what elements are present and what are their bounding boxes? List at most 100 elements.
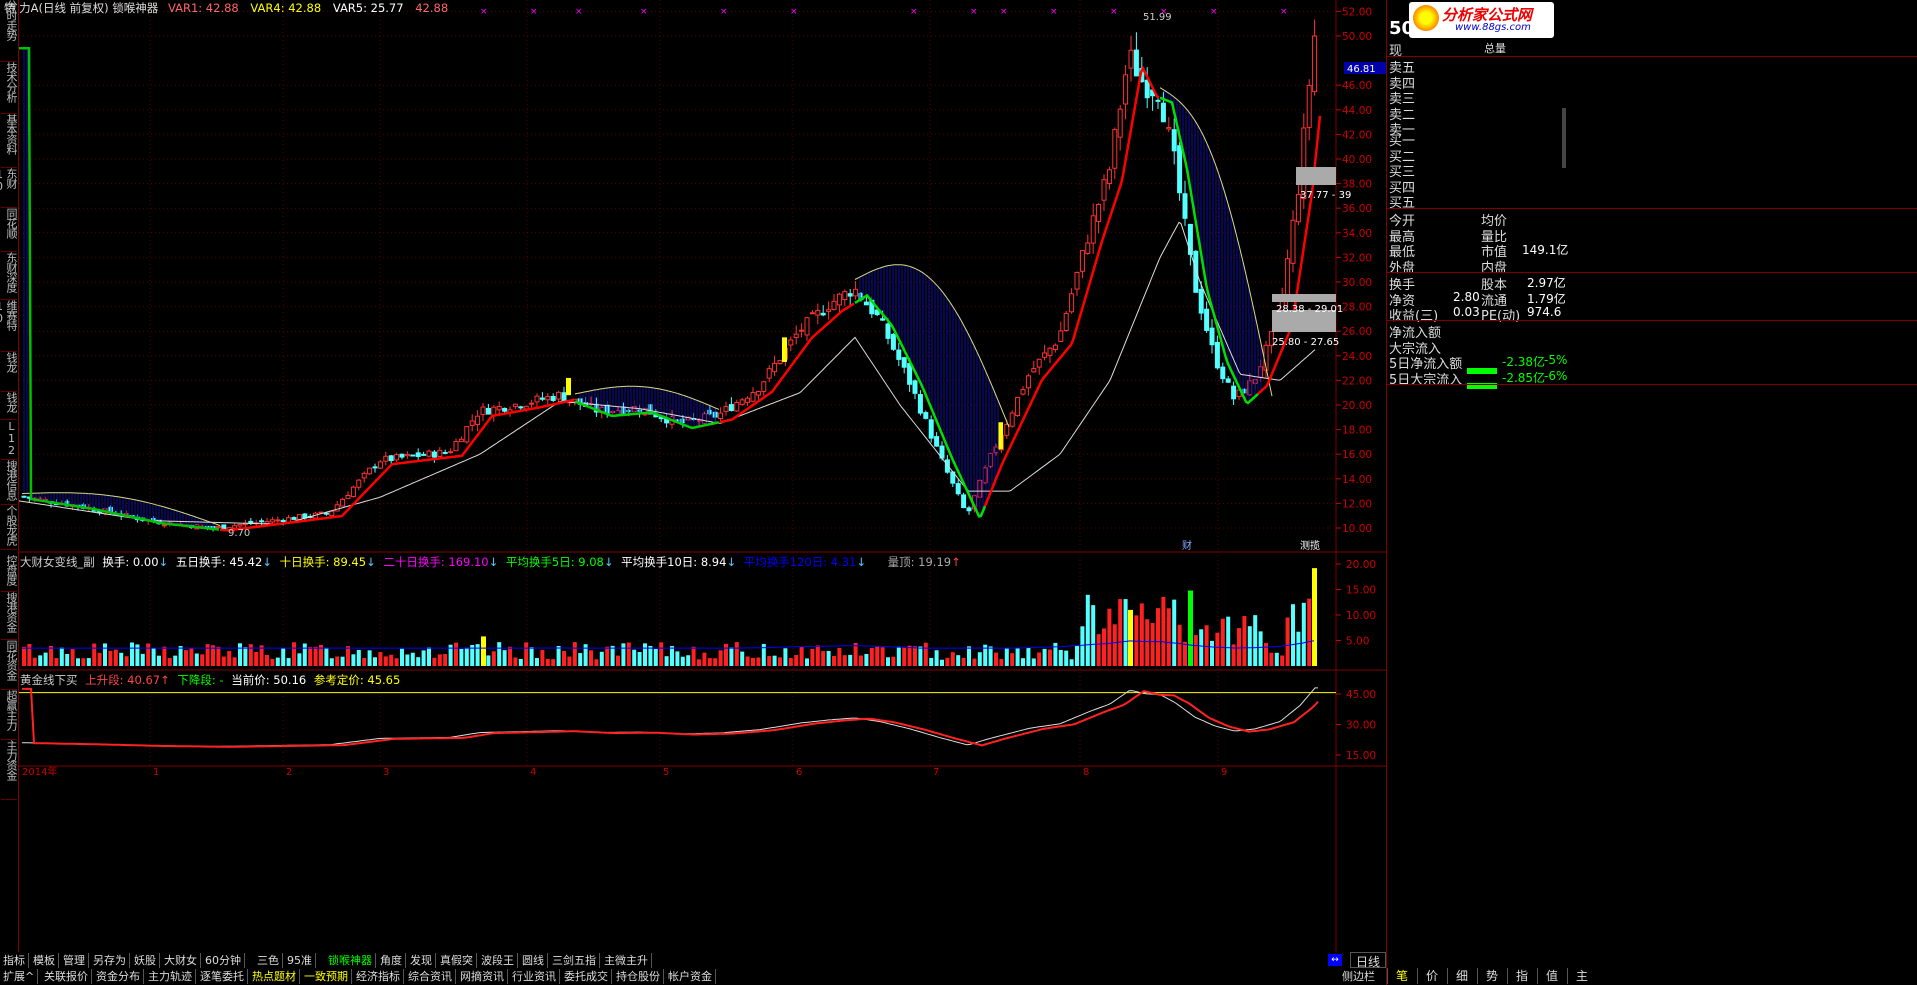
candle xyxy=(1063,312,1069,332)
indicator-tab-11[interactable]: 发现 xyxy=(407,953,436,968)
indicator-tab-6[interactable]: 60分钟 xyxy=(202,953,245,968)
info-tab-7[interactable]: 经济指标 xyxy=(353,969,404,984)
sidebar-toggle[interactable]: 侧边栏 xyxy=(1342,969,1386,985)
indicator-tab-5[interactable]: 大财女 xyxy=(161,953,201,968)
signal-marker: × xyxy=(720,7,728,17)
indicator-tab-16[interactable]: 主微主升 xyxy=(601,953,652,968)
info-tab-12[interactable]: 持仓股份 xyxy=(613,969,664,984)
volume-bar xyxy=(92,643,97,666)
volume-bar xyxy=(464,647,469,666)
total-label: 总量 xyxy=(1484,42,1506,55)
candle xyxy=(1214,341,1220,369)
volume-bar xyxy=(1010,653,1015,666)
volume-bar xyxy=(821,651,826,666)
volume-bar xyxy=(394,658,399,666)
expand-icon[interactable]: ↔ xyxy=(1328,954,1342,966)
volume-bar xyxy=(113,649,118,666)
volume-bar xyxy=(1237,628,1241,666)
candle xyxy=(826,309,832,312)
indicator-tab-12[interactable]: 真假突 xyxy=(437,953,477,968)
info-tab-6[interactable]: 一致预期 xyxy=(301,969,352,984)
volume-bar xyxy=(729,647,734,666)
volume-bar xyxy=(151,648,156,666)
volume-bar xyxy=(173,655,178,666)
candle xyxy=(1171,129,1177,152)
info-tab-13[interactable]: 帐户资金 xyxy=(665,969,716,984)
candle xyxy=(291,517,297,520)
volume-bar xyxy=(400,648,404,666)
candle xyxy=(961,494,967,509)
candle xyxy=(955,483,961,495)
volume-bar xyxy=(1042,648,1047,666)
volume-bar xyxy=(529,647,534,666)
info-tab-5[interactable]: 热点题材 xyxy=(249,969,300,984)
info-tab-8[interactable]: 综合资讯 xyxy=(405,969,456,984)
candle xyxy=(448,451,454,454)
volume-bar xyxy=(859,655,863,666)
volume-bar xyxy=(335,656,340,666)
candle xyxy=(1112,129,1118,169)
indicator-tab-13[interactable]: 波段王 xyxy=(478,953,518,968)
info-tab-1[interactable]: 关联报价 xyxy=(41,969,92,984)
indicator-tab-15[interactable]: 三剑五指 xyxy=(549,953,600,968)
volume-bar xyxy=(842,655,847,666)
indicator-tab-2[interactable]: 管理 xyxy=(60,953,89,968)
volume-bar xyxy=(486,655,491,666)
volume-bar xyxy=(1274,652,1279,666)
quote-tab-4[interactable]: 指 xyxy=(1507,968,1536,984)
fin-right-val-1: 1.79亿 xyxy=(1527,291,1566,306)
volume-bar xyxy=(1204,625,1209,666)
volume-bar xyxy=(1177,624,1182,666)
candle xyxy=(1020,389,1026,395)
info-tab-10[interactable]: 行业资讯 xyxy=(509,969,560,984)
indicator-tab-3[interactable]: 另存为 xyxy=(90,953,130,968)
quote-tab-6[interactable]: 主 xyxy=(1567,968,1596,984)
chart-canvas[interactable]: 52.00 50.00 46.00 44.00 42.00 40.00 38.00 36.00… xyxy=(0,0,1386,952)
indicator-tab-9[interactable]: 锁喉神器 xyxy=(325,953,376,968)
indicator-tab-7[interactable]: 三色 xyxy=(254,953,283,968)
indicator-tab-14[interactable]: 圆线 xyxy=(519,953,548,968)
candle xyxy=(842,291,848,301)
candle xyxy=(707,409,713,415)
volume-bar xyxy=(853,642,858,666)
volume-bar xyxy=(994,652,998,666)
quote-tab-2[interactable]: 细 xyxy=(1447,968,1476,984)
candle xyxy=(372,466,378,469)
volume-bar xyxy=(38,655,43,666)
indicator-tab-0[interactable]: 指标 xyxy=(0,953,29,968)
candle xyxy=(534,395,540,403)
indicator-tab-10[interactable]: 角度 xyxy=(377,953,406,968)
sub2-tick: 30.00 xyxy=(1346,720,1376,732)
x-tick: 6 xyxy=(796,767,802,778)
period-selector[interactable]: 日线 xyxy=(1350,952,1386,969)
marker-x: 测揽 xyxy=(1300,539,1320,552)
volume-bar xyxy=(421,650,426,666)
candle xyxy=(928,419,934,439)
info-tab-11[interactable]: 委托成交 xyxy=(561,969,612,984)
candle xyxy=(1031,368,1037,373)
volume-bar xyxy=(443,654,448,666)
panel-scrollbar[interactable] xyxy=(1562,108,1566,168)
sub2-ref: 参考定价: 45.65 xyxy=(313,673,401,687)
info-tab-4[interactable]: 逐笔委托 xyxy=(197,969,248,984)
volume-bar xyxy=(194,653,199,666)
volume-bar xyxy=(626,642,631,666)
indicator-tab-4[interactable]: 妖股 xyxy=(131,953,160,968)
quote-tab-1[interactable]: 价 xyxy=(1417,968,1446,984)
quote-tab-5[interactable]: 值 xyxy=(1537,968,1566,984)
volume-bar xyxy=(1080,626,1085,666)
indicator-tab-1[interactable]: 模板 xyxy=(30,953,59,968)
quote-tab-3[interactable]: 势 xyxy=(1477,968,1506,984)
info-tab-9[interactable]: 网摘资讯 xyxy=(457,969,508,984)
info-tab-2[interactable]: 资金分布 xyxy=(93,969,144,984)
candle xyxy=(259,520,265,523)
zone-box xyxy=(1296,167,1336,185)
candle xyxy=(734,402,740,412)
quote-tab-0[interactable]: 笔 xyxy=(1387,968,1416,984)
volume-bar xyxy=(324,647,329,666)
indicator-tab-8[interactable]: 95准 xyxy=(284,953,316,968)
info-tab-3[interactable]: 主力轨迹 xyxy=(145,969,196,984)
info-tab-0[interactable]: 扩展^ xyxy=(0,969,39,984)
candle xyxy=(1069,293,1075,313)
volume-bar xyxy=(1145,619,1150,666)
